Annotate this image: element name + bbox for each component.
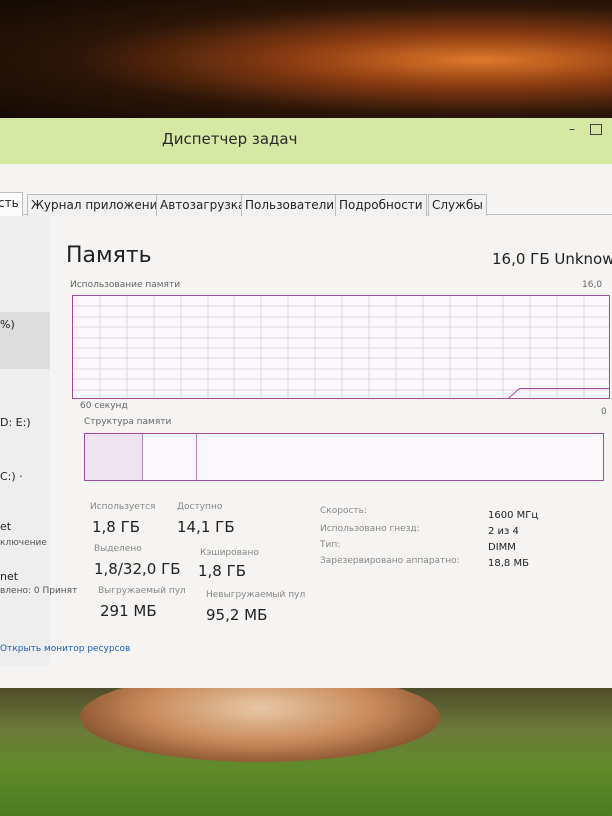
cached-value: 1,8 ГБ [198,562,247,580]
committed-label: Выделено [94,544,142,554]
committed-value: 1,8/32,0 ГБ [94,560,181,578]
desktop-wallpaper-top [0,0,612,125]
tab-users[interactable]: Пользователи [241,194,339,216]
nonpaged-pool-label: Невыгружаемый пул [206,590,306,600]
tab-app-history[interactable]: Журнал приложений [27,194,170,216]
paged-pool-value: 291 МБ [100,602,157,620]
task-manager-window: Диспетчер задач – сть Журнал приложений … [0,118,612,688]
maximize-icon[interactable] [590,124,602,135]
sidebar-item-ethernet[interactable]: et [0,520,11,533]
memory-structure-in-use [85,434,143,480]
memory-usage-label: Использование памяти [70,280,181,290]
tab-details[interactable]: Подробности [335,194,427,216]
open-resource-monitor-link[interactable]: Открыть монитор ресурсов [0,644,130,654]
tab-services[interactable]: Службы [428,194,487,216]
tab-performance[interactable]: сть [0,192,23,216]
reserved-label: Зарезервировано аппаратно: [320,556,460,566]
tab-bar: сть Журнал приложений Автозагрузка Польз… [0,190,612,216]
speed-label: Скорость: [320,506,367,516]
memory-structure-modified [143,434,197,480]
memory-usage-grid [73,296,609,398]
memory-structure-label: Структура памяти [84,417,172,427]
sidebar-item-network[interactable]: net [0,570,18,583]
paged-pool-label: Выгружаемый пул [98,586,186,596]
sidebar-item-disk-0[interactable]: C:) · [0,470,23,483]
reserved-value: 18,8 МБ [488,558,529,569]
available-value: 14,1 ГБ [177,518,235,536]
minimize-icon[interactable]: – [564,122,580,136]
in-use-value: 1,8 ГБ [92,518,141,536]
sidebar-item-network-status: влено: 0 Принят [0,586,78,596]
speed-value: 1600 МГц [488,510,539,521]
sidebar-item-disk-1[interactable]: D: E:) [0,416,31,429]
nonpaged-pool-value: 95,2 МБ [206,606,268,624]
cached-label: Кэшировано [200,548,259,558]
graph-time-end: 0 [601,407,607,417]
memory-total: 16,0 ГБ Unknow [492,250,612,268]
memory-usage-max: 16,0 [582,280,603,290]
performance-sidebar [0,216,50,666]
memory-title: Память [66,243,152,268]
type-label: Тип: [320,540,341,550]
in-use-label: Используется [90,502,156,512]
graph-time-label: 60 секунд [80,401,128,411]
window-title: Диспетчер задач [162,130,298,148]
type-value: DIMM [488,542,516,553]
slots-value: 2 из 4 [488,526,519,537]
memory-usage-graph [72,295,610,399]
sidebar-item-memory-label[interactable]: %) [0,318,15,331]
sidebar-item-ethernet-status: ключение [0,538,47,548]
tab-startup[interactable]: Автозагрузка [156,194,250,216]
slots-label: Использовано гнезд: [320,524,420,534]
available-label: Доступно [177,502,223,512]
title-bar[interactable]: Диспетчер задач – [0,118,612,164]
memory-structure-bar [84,433,604,481]
